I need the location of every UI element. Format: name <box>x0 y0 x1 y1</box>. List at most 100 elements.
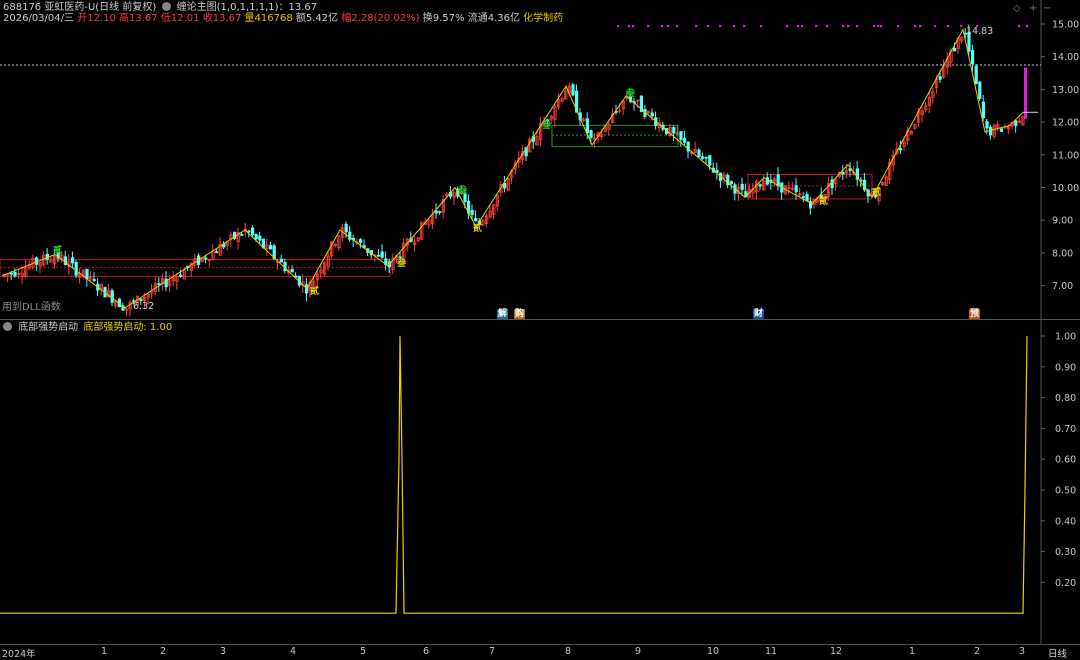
y-axis-tick: 10.00 <box>1052 183 1079 194</box>
chart-window: 688176 亚虹医药-U(日线 前复权) 缠论主图(1,0,1,1,1,1)：… <box>0 0 1080 660</box>
signal-dot <box>743 25 746 28</box>
candle-body <box>971 50 975 65</box>
signal-dot <box>695 25 698 28</box>
candle-body <box>398 256 402 259</box>
signal-dot <box>647 25 650 28</box>
candle-body <box>204 257 208 260</box>
x-axis-label: 9 <box>635 646 642 657</box>
signal-dot <box>960 25 963 28</box>
candle-body <box>358 239 363 243</box>
period-label[interactable]: 日线 <box>1048 646 1067 660</box>
candle-body <box>268 244 273 250</box>
candle-body <box>938 76 942 80</box>
candle-body <box>981 101 986 119</box>
x-axis-label: 3 <box>1019 646 1026 657</box>
candle-body <box>589 130 593 139</box>
x-axis-label: 2 <box>160 646 167 657</box>
sub-signal-line <box>0 335 1028 614</box>
signal-dot <box>797 25 800 28</box>
candle-body <box>679 131 683 141</box>
candle-body <box>247 230 251 233</box>
candle-body <box>985 121 989 129</box>
signal-dot <box>786 25 789 28</box>
signal-dot <box>801 25 804 28</box>
low-price-marker: 6.32 <box>133 301 155 312</box>
y-axis-tick: 15.00 <box>1052 20 1079 31</box>
candle-body <box>250 227 255 236</box>
candle-body <box>899 148 903 151</box>
candle-body <box>254 233 258 240</box>
y-axis-tick: 11.00 <box>1052 150 1079 161</box>
signal-dot <box>760 25 763 28</box>
candle-body <box>708 155 712 166</box>
signal-dot <box>676 25 679 28</box>
x-axis-label: 4 <box>290 646 297 657</box>
candle-body <box>344 223 348 233</box>
candle-body <box>214 251 219 254</box>
signal-dot <box>847 25 850 28</box>
sub-y-axis-tick: 0.30 <box>1055 547 1076 558</box>
signal-dot <box>919 25 922 28</box>
sub-y-axis-tick: 0.50 <box>1055 486 1076 497</box>
sub-chart-title[interactable]: 底部强势启动 <box>18 322 78 333</box>
candle-body <box>585 118 590 134</box>
signal-dot <box>667 25 670 28</box>
sub-y-axis-tick: 0.40 <box>1055 516 1076 527</box>
signal-dot <box>842 25 845 28</box>
x-axis-label: 6 <box>423 646 430 657</box>
signal-dot <box>826 25 829 28</box>
signal-dot <box>880 25 883 28</box>
candle-body <box>71 257 75 264</box>
candle-body <box>110 290 114 303</box>
candle-body <box>178 274 183 277</box>
event-badge[interactable]: 购 <box>514 309 526 319</box>
candle-body <box>470 209 474 215</box>
signal-dot <box>856 25 859 28</box>
sub-y-axis-tick: 1.00 <box>1055 332 1076 343</box>
candle-body <box>376 254 381 257</box>
stroke-label: 贰 <box>53 246 63 256</box>
candle-body <box>74 262 78 276</box>
stroke-label: 贰 <box>473 224 483 234</box>
x-axis-label: 5 <box>360 646 367 657</box>
candle-body <box>1014 120 1018 126</box>
x-axis-label: 2024年 <box>2 649 36 660</box>
signal-dot <box>914 25 917 28</box>
event-badge[interactable]: 解 <box>497 309 509 319</box>
sub-settings-icon[interactable] <box>3 322 12 331</box>
y-axis-tick: 7.00 <box>1052 281 1073 292</box>
stroke-label: 叁 <box>397 259 407 269</box>
y-axis-tick: 8.00 <box>1052 248 1073 259</box>
candle-body <box>999 128 1004 132</box>
candle-body <box>701 156 705 159</box>
candle-body <box>474 217 478 222</box>
candle-body <box>704 156 708 159</box>
candle-body <box>240 234 244 236</box>
sub-y-axis-tick: 0.90 <box>1055 362 1076 373</box>
sub-chart-value: 底部强势启动: 1.00 <box>83 322 173 333</box>
sub-y-axis-tick: 0.60 <box>1055 455 1076 466</box>
candle-body <box>380 251 384 258</box>
signal-dot <box>1026 25 1029 28</box>
candle-body <box>279 258 284 263</box>
event-badge[interactable]: 财 <box>753 309 765 319</box>
high-price-marker: 14.83 <box>966 26 994 37</box>
stroke-label: 叁 <box>458 186 468 196</box>
candle-body <box>438 211 442 213</box>
candle-body <box>650 112 654 117</box>
signal-dot <box>661 25 664 28</box>
signal-dot <box>947 25 950 28</box>
x-axis-label: 10 <box>707 646 720 657</box>
candle-body <box>85 268 89 280</box>
zigzag-line <box>1 28 1024 309</box>
candle-body <box>290 268 294 273</box>
x-axis-label: 3 <box>220 646 227 657</box>
signal-dot <box>877 25 880 28</box>
candle-body <box>672 127 676 134</box>
candle-body <box>978 81 982 99</box>
event-badge[interactable]: 预 <box>969 309 981 319</box>
stroke-label: 叁 <box>542 121 552 131</box>
candle-body <box>729 181 734 184</box>
x-axis-label: 8 <box>565 646 572 657</box>
last-candle <box>1024 67 1027 119</box>
